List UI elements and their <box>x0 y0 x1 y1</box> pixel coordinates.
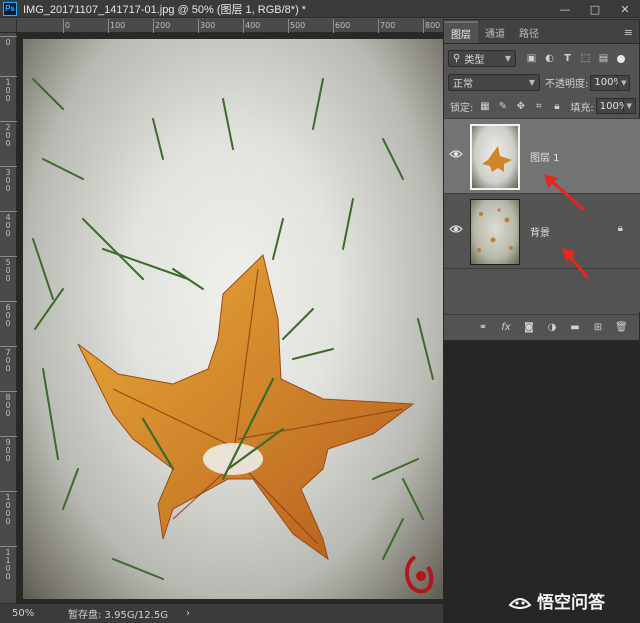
ruler-tick-label: 600 <box>0 301 17 328</box>
adjustment-layer-icon[interactable]: ◑ <box>546 322 558 333</box>
blend-mode-select[interactable]: 正常 ▼ <box>448 74 540 91</box>
adjustment-filter-icon[interactable]: ◐ <box>544 53 555 64</box>
maple-leaf-icon <box>477 208 513 252</box>
lock-icons: ▦ ✎ ✥ ⌗ 🔒︎ <box>479 101 562 112</box>
ruler-tick-label: 800 <box>422 19 441 33</box>
layer-thumbnail[interactable] <box>470 124 520 190</box>
annotation-arrow <box>544 174 585 212</box>
horizontal-ruler[interactable]: 0 100 200 300 400 500 600 700 800 <box>17 19 443 33</box>
ruler-tick-label: 0 <box>62 19 71 33</box>
ruler-tick-label: 600 <box>332 19 351 33</box>
panel-menu-icon[interactable]: ≡ <box>624 26 633 39</box>
ruler-tick-label: 300 <box>197 19 216 33</box>
maximize-button[interactable]: □ <box>580 0 610 18</box>
lock-icon: 🔒︎ <box>617 223 623 234</box>
ruler-tick-label: 700 <box>0 346 17 373</box>
layer-thumbnail[interactable] <box>470 199 520 265</box>
document-tab-title[interactable]: IMG_20171107_141717-01.jpg @ 50% (图层 1, … <box>23 1 306 17</box>
ruler-tick-label: 100 <box>0 76 17 103</box>
ruler-tick-label: 0 <box>0 36 17 47</box>
window-controls: — □ ✕ <box>550 0 640 18</box>
status-bar: 50% 暂存盘: 3.95G/12.5G › <box>0 603 443 623</box>
chevron-down-icon: ▼ <box>504 54 511 63</box>
opacity-label: 不透明度: <box>545 79 589 90</box>
fill-label: 填充: <box>570 102 594 114</box>
lock-image-icon[interactable]: ✎ <box>497 101 508 112</box>
blend-mode-label: 正常 <box>453 79 473 90</box>
photoshop-window: Ps IMG_20171107_141717-01.jpg @ 50% (图层 … <box>0 0 640 623</box>
opacity-input[interactable]: 100% <box>590 74 623 91</box>
ruler-tick-label: 700 <box>377 19 396 33</box>
status-menu-arrow[interactable]: › <box>186 608 190 619</box>
close-button[interactable]: ✕ <box>610 0 640 18</box>
filter-icons: ▣ ◐ T ⬚ ▤ <box>526 53 609 64</box>
maple-leaf-snow-photo[interactable] <box>23 39 443 599</box>
title-bar: Ps IMG_20171107_141717-01.jpg @ 50% (图层 … <box>0 0 640 18</box>
link-layers-icon[interactable]: ⚭ <box>477 322 489 333</box>
lock-label: 锁定: <box>450 102 474 114</box>
layer-name[interactable]: 背景 <box>530 224 550 239</box>
ruler-tick-label: 500 <box>0 256 17 283</box>
lock-artboard-icon[interactable]: ⌗ <box>533 101 544 112</box>
zoom-level[interactable]: 50% <box>12 608 52 619</box>
lock-transparent-icon[interactable]: ▦ <box>479 101 490 112</box>
photo-artwork <box>32 78 434 594</box>
smart-object-filter-icon[interactable]: ▤ <box>598 53 609 64</box>
filter-toggle-icon[interactable] <box>617 54 625 63</box>
layers-panel-footer: ⚭ fx ◙ ◑ ▬ ⊞ 🗑︎ <box>444 314 640 340</box>
tab-layers[interactable]: 图层 <box>444 21 478 43</box>
wukong-logo-icon <box>508 597 532 609</box>
new-group-icon[interactable]: ▬ <box>569 322 581 333</box>
photoshop-logo-icon: Ps <box>3 1 17 16</box>
fx-icon[interactable]: fx <box>500 322 512 333</box>
vertical-ruler[interactable]: 0 100 200 300 400 500 600 700 800 900 10… <box>0 33 17 603</box>
ruler-tick-label: 800 <box>0 391 17 418</box>
ruler-tick-label: 400 <box>0 211 17 238</box>
ruler-tick-label: 1100 <box>0 546 17 581</box>
ruler-tick-label: 200 <box>152 19 171 33</box>
panel-tabs: 图层 通道 路径 <box>444 20 639 44</box>
document-canvas[interactable] <box>17 33 443 603</box>
maple-leaf-shape <box>77 254 415 561</box>
delete-icon[interactable]: 🗑︎ <box>615 322 628 333</box>
watermark-text: 悟空问答 <box>537 593 605 613</box>
red-seal-stamp <box>405 555 434 594</box>
ruler-tick-label: 300 <box>0 166 17 193</box>
ruler-tick-label: 1000 <box>0 491 17 526</box>
blend-row: 正常 ▼ 不透明度: 100% ▼ <box>444 74 640 91</box>
ruler-tick-label: 200 <box>0 121 17 148</box>
lock-all-icon[interactable]: 🔒︎ <box>551 101 562 112</box>
image-filter-icon[interactable]: ▣ <box>526 53 537 64</box>
filter-kind-label: 类型 <box>464 55 485 66</box>
shape-filter-icon[interactable]: ⬚ <box>580 53 591 64</box>
ruler-tick-label: 100 <box>107 19 126 33</box>
eye-icon[interactable] <box>449 224 463 234</box>
add-mask-icon[interactable]: ◙ <box>523 322 535 333</box>
layer-name[interactable]: 图层 1 <box>530 149 560 164</box>
minimize-button[interactable]: — <box>550 0 580 18</box>
new-layer-icon[interactable]: ⊞ <box>592 322 604 333</box>
annotation-arrow <box>562 248 590 279</box>
ruler-tick-label: 900 <box>0 436 17 463</box>
tab-paths[interactable]: 路径 <box>512 21 546 43</box>
eye-icon[interactable] <box>449 149 463 159</box>
tab-channels[interactable]: 通道 <box>478 21 512 43</box>
ruler-tick-label: 500 <box>287 19 306 33</box>
fill-input[interactable]: 100% <box>595 98 628 114</box>
lock-position-icon[interactable]: ✥ <box>515 101 526 112</box>
filter-row: ⚲ 类型 ▼ ▣ ◐ T ⬚ ▤ <box>444 50 640 67</box>
ruler-tick-label: 400 <box>242 19 261 33</box>
search-icon: ⚲ <box>453 53 461 64</box>
chevron-down-icon[interactable]: ▼ <box>623 98 636 114</box>
chevron-down-icon: ▼ <box>528 78 535 87</box>
type-filter-icon[interactable]: T <box>562 53 573 64</box>
filter-kind-select[interactable]: ⚲ 类型 ▼ <box>448 50 516 67</box>
lock-row: 锁定: ▦ ✎ ✥ ⌗ 🔒︎ 填充: 100% ▼ <box>444 98 640 114</box>
watermark: 悟空问答 <box>508 588 605 613</box>
chevron-down-icon[interactable]: ▼ <box>618 74 631 91</box>
maple-leaf-icon <box>482 146 512 172</box>
ruler-corner[interactable] <box>0 19 17 33</box>
scratch-disk-info: 暂存盘: 3.95G/12.5G <box>68 610 168 621</box>
